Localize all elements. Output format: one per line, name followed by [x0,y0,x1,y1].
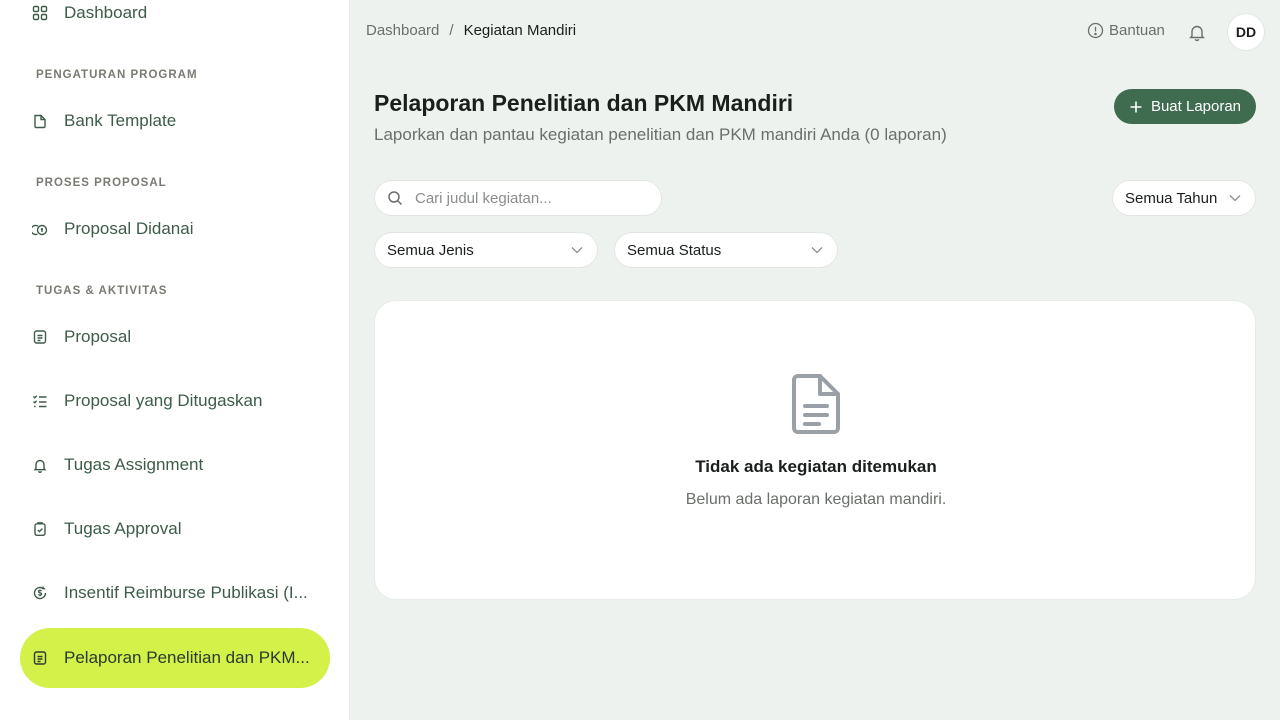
empty-state-card: Tidak ada kegiatan ditemukan Belum ada l… [374,300,1256,600]
sidebar-item-label: Insentif Reimburse Publikasi (I... [64,583,308,602]
notification-bell-icon[interactable] [1187,22,1207,42]
year-select-value: Semua Tahun [1125,189,1218,207]
sidebar-item-insentif-reimburse[interactable]: Insentif Reimburse Publikasi (I... [20,563,330,623]
sidebar-item-label: Tugas Assignment [64,455,204,474]
create-report-label: Buat Laporan [1150,98,1242,115]
type-select[interactable]: Semua Jenis [374,232,598,268]
breadcrumb-current: Kegiatan Mandiri [463,22,577,39]
breadcrumb: Dashboard / Kegiatan Mandiri [366,22,576,39]
document-icon [32,329,48,345]
create-report-button[interactable]: Buat Laporan [1114,89,1256,124]
bell-icon [32,457,48,473]
search-icon [387,190,403,206]
file-icon [32,113,48,129]
section-title-program: PENGATURAN PROGRAM [36,69,198,81]
chevron-down-icon [571,246,583,254]
sidebar-item-proposal-ditugaskan[interactable]: Proposal yang Ditugaskan [20,371,330,431]
empty-state-title: Tidak ada kegiatan ditemukan [695,457,937,476]
dollar-refresh-icon [32,585,48,601]
sidebar-item-tugas-approval[interactable]: Tugas Approval [20,499,330,559]
sidebar-item-proposal[interactable]: Proposal [20,307,330,367]
report-icon [32,650,48,666]
breadcrumb-separator: / [449,22,454,39]
status-select[interactable]: Semua Status [614,232,838,268]
money-icon [32,221,48,237]
sidebar-item-label: Tugas Approval [64,519,182,538]
sidebar-item-tugas-assignment[interactable]: Tugas Assignment [20,435,330,495]
help-button[interactable]: Bantuan [1087,22,1165,39]
status-select-value: Semua Status [627,241,722,259]
sidebar-item-label: Pelaporan Penelitian dan PKM... [64,648,310,667]
page-title: Pelaporan Penelitian dan PKM Mandiri [374,90,794,116]
sidebar-item-label: Proposal [64,327,132,346]
document-icon [790,373,842,435]
info-circle-icon [1087,22,1104,39]
sidebar-item-dashboard[interactable]: Dashboard [20,0,330,43]
year-select[interactable]: Semua Tahun [1112,180,1256,216]
section-title-proposal: PROSES PROPOSAL [36,177,167,189]
sidebar-item-label: Dashboard [64,3,148,22]
page-subtitle: Laporkan dan pantau kegiatan penelitian … [374,125,947,144]
help-label: Bantuan [1109,22,1165,39]
chevron-down-icon [811,246,823,254]
clipboard-check-icon [32,521,48,537]
grid-icon [32,5,48,21]
sidebar-item-label: Bank Template [64,111,177,130]
search-box [374,180,662,216]
list-check-icon [32,393,48,409]
empty-state-message: Belum ada laporan kegiatan mandiri. [685,491,947,508]
sidebar-item-bank-template[interactable]: Bank Template [20,91,330,151]
plus-icon [1129,100,1143,114]
search-input[interactable] [415,189,645,207]
sidebar: Dashboard PENGATURAN PROGRAM Bank Templa… [0,0,350,720]
sidebar-item-label: Proposal Didanai [64,219,194,238]
sidebar-item-proposal-didanai[interactable]: Proposal Didanai [20,199,330,259]
sidebar-item-label: Proposal yang Ditugaskan [64,391,263,410]
breadcrumb-dashboard-link[interactable]: Dashboard [366,22,439,39]
type-select-value: Semua Jenis [387,241,474,259]
section-title-tasks: TUGAS & AKTIVITAS [36,285,168,297]
sidebar-item-pelaporan-penelitian[interactable]: Pelaporan Penelitian dan PKM... [20,628,330,688]
avatar[interactable]: DD [1227,13,1265,51]
chevron-down-icon [1229,194,1241,202]
